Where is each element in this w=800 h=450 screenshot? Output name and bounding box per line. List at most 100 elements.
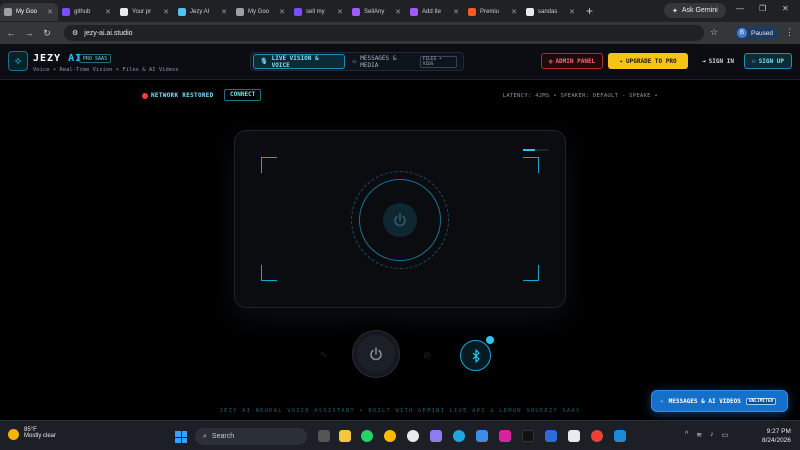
tiktok-icon[interactable] [522,430,534,442]
file-explorer-icon[interactable] [339,430,351,442]
close-tab-icon[interactable]: ✕ [569,8,575,16]
audio-level-fill [523,149,535,151]
maximize-icon[interactable]: ❐ [759,4,766,13]
tagline: Voice • Real-Time Vision • Files & AI Vi… [33,67,179,73]
network-status-dot [142,93,148,99]
start-icon[interactable] [175,431,187,443]
avatar: B [737,28,747,38]
weather-text: Mostly clear [24,433,57,439]
minimize-icon[interactable]: — [736,4,744,13]
chevron-up-icon[interactable]: ^ [685,431,688,439]
volume-icon[interactable]: ♪ [710,431,714,439]
brand-main: JEZY [33,53,62,64]
site-info-icon[interactable]: ⚙ [72,29,78,37]
tab-label: Premiu [480,9,500,15]
ask-gemini-button[interactable]: ✦ Ask Gemini [664,3,726,18]
tab-favicon-icon [294,8,302,16]
sign-up-button[interactable]: ⚇ SIGN UP [744,53,792,69]
browser-tab[interactable]: SellAny ✕ [348,3,406,21]
frame-corner [523,157,539,173]
user-plus-icon: ⚇ [752,57,756,65]
browser-tab[interactable]: My Goo ✕ [0,3,58,21]
browser-tab[interactable]: Add Ite ✕ [406,3,464,21]
close-tab-icon[interactable]: ✕ [47,8,53,16]
close-tab-icon[interactable]: ✕ [105,8,111,16]
task-view-icon[interactable] [318,430,330,442]
camera-off-icon[interactable]: ⊘ [423,350,431,361]
close-tab-icon[interactable]: ✕ [395,8,401,16]
address-toolbar: ← → ↻ ⚙ jezy-ai.ai.studio [0,22,800,44]
whatsapp-icon[interactable] [361,430,373,442]
tab-live-label: LIVE VISION & VOICE [271,54,319,69]
battery-icon[interactable]: ▭ [722,431,729,439]
browser-tab-strip: My Goo ✕ github ✕ Your pr ✕ Jezy AI ✕ My Goo ✕ sel… [0,0,800,22]
close-window-icon[interactable]: ✕ [782,4,789,13]
tab-label: Your pr [132,9,152,15]
new-tab-button[interactable]: + [586,4,593,18]
browser-tab[interactable]: Your pr ✕ [116,3,174,21]
close-tab-icon[interactable]: ✕ [279,8,285,16]
browser-tab[interactable]: sandas ✕ [522,3,580,21]
profile-button[interactable]: B Paused [735,26,780,40]
browser-tab[interactable]: Premiu ✕ [464,3,522,21]
browser-tab[interactable]: sell my ✕ [290,3,348,21]
power-button[interactable] [352,330,400,378]
store-icon[interactable] [568,430,580,442]
forward-icon[interactable]: → [22,28,36,38]
url-bar[interactable]: ⚙ jezy-ai.ai.studio [64,25,704,41]
tab-favicon-icon [4,8,12,16]
edge-icon[interactable] [453,430,465,442]
browser-tab[interactable]: My Goo ✕ [232,3,290,21]
sign-in-button[interactable]: ⇥ SIGN IN [697,53,739,69]
upgrade-button[interactable]: ✦ UPGRADE TO PRO [608,53,688,69]
mail-icon[interactable] [476,430,488,442]
chrome-profile-icon[interactable] [591,430,603,442]
tab-live-vision-voice[interactable]: 🎙 LIVE VISION & VOICE [253,54,345,69]
chrome-icon[interactable] [384,430,396,442]
bluetooth-button[interactable] [460,340,491,371]
tab-favicon-icon [178,8,186,16]
browser-tab[interactable]: Jezy AI ✕ [174,3,232,21]
bookmark-star-icon[interactable]: ☆ [710,27,718,38]
sparkle-icon: ✦ [672,7,678,15]
clock[interactable]: 9:27 PM 8/24/2026 [762,427,791,445]
admin-panel-button[interactable]: ◍ ADMIN PANEL [541,53,603,69]
editor-icon[interactable] [545,430,557,442]
wifi-icon[interactable]: ≋ [696,431,702,439]
weather-widget[interactable]: 85°F Mostly clear [8,427,56,440]
sparkle-icon: ✦ [619,57,624,65]
close-tab-icon[interactable]: ✕ [337,8,343,16]
vscode-icon[interactable] [614,430,626,442]
sign-up-label: SIGN UP [758,57,784,65]
main-stage: NETWORK RESTORED CONNECT LATENCY: 42MS •… [0,80,800,420]
connect-button[interactable]: CONNECT [224,89,262,101]
login-icon: ⇥ [702,57,706,65]
copilot-icon[interactable] [430,430,442,442]
chatgpt-icon[interactable] [407,430,419,442]
tab-messages-label: MESSAGES & MEDIA [360,54,397,69]
reload-icon[interactable]: ↻ [40,28,54,39]
menu-icon[interactable]: ⋮ [785,27,794,38]
search-label: Search [211,433,235,440]
latency-readout: LATENCY: 42MS • SPEAKER: DEFAULT - SPEAK… [502,93,658,99]
profile-status: Paused [751,29,774,37]
frame-corner [261,157,277,173]
close-tab-icon[interactable]: ✕ [163,8,169,16]
taskbar-search[interactable]: ⌕ Search [195,428,307,445]
instagram-icon[interactable] [499,430,511,442]
close-tab-icon[interactable]: ✕ [221,8,227,16]
messages-videos-button[interactable]: ✧ MESSAGES & AI VIDEOS UNLIMITED [651,390,788,412]
mic-mute-icon[interactable]: ✎ [320,350,328,361]
system-tray: ^ ≋ ♪ ▭ [685,431,728,439]
browser-tab[interactable]: github ✕ [58,3,116,21]
search-icon: ⌕ [203,432,207,440]
close-tab-icon[interactable]: ✕ [453,8,459,16]
close-tab-icon[interactable]: ✕ [511,8,517,16]
back-icon[interactable]: ← [4,28,18,38]
bluetooth-status-dot [486,336,494,344]
tab-favicon-icon [410,8,418,16]
shield-icon: ◍ [548,57,553,65]
pro-badge: PRO SAAS [79,54,112,63]
weather-icon [8,429,19,440]
tab-messages-media[interactable]: ▭ MESSAGES & MEDIA FILES • VIDS [349,54,461,69]
